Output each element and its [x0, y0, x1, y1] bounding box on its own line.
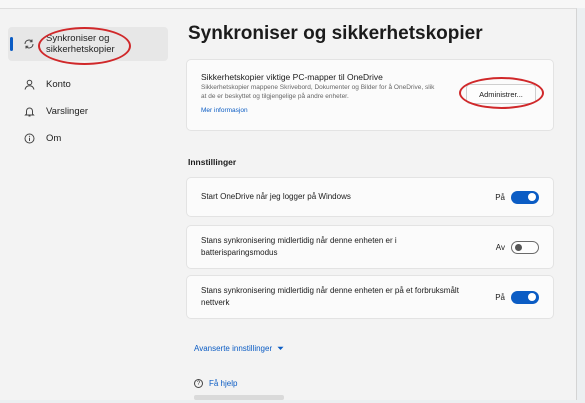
toggle-group: Av	[495, 240, 539, 254]
backup-title: Sikkerhetskopier viktige PC-mapper til O…	[201, 72, 383, 82]
battery-saver-toggle[interactable]	[511, 240, 539, 254]
info-icon	[18, 133, 40, 144]
sidebar-item-about[interactable]: Om	[8, 123, 168, 153]
advanced-settings-link[interactable]: Avanserte innstillinger	[194, 344, 284, 353]
person-icon	[18, 79, 40, 90]
manage-backup-button[interactable]: Administrer...	[466, 84, 536, 104]
sidebar-item-label: Konto	[46, 78, 71, 90]
toggle-state-label: På	[495, 192, 505, 202]
toggle-state-label: På	[495, 292, 505, 302]
sidebar-item-label: Om	[46, 132, 62, 144]
setting-label: Stans synkronisering midlertidig når den…	[201, 236, 397, 257]
bell-icon	[18, 106, 40, 117]
toggle-state-label: Av	[495, 242, 505, 252]
sidebar-item-sync-backup[interactable]: Synkroniser og sikkerhetskopier	[8, 27, 168, 61]
setting-battery-saver: Stans synkronisering midlertidig når den…	[186, 225, 554, 269]
setting-start-on-login: Start OneDrive når jeg logger på Windows…	[186, 177, 554, 217]
setting-label: Start OneDrive når jeg logger på Windows	[201, 192, 351, 201]
advanced-settings-label: Avanserte innstillinger	[194, 344, 273, 353]
backup-description: Sikkerhetskopier mappene Skrivebord, Dok…	[201, 84, 435, 100]
sidebar-item-label: Synkroniser og sikkerhetskopier	[46, 33, 115, 55]
more-info-link[interactable]: Mer informasjon	[201, 107, 248, 114]
metered-network-toggle[interactable]	[511, 290, 539, 304]
sidebar-item-label: Varslinger	[46, 105, 89, 117]
active-indicator	[10, 37, 13, 51]
sidebar-item-notifications[interactable]: Varslinger	[8, 96, 168, 126]
get-help-link[interactable]: ? Få hjelp	[194, 379, 237, 388]
window-top-strip	[0, 0, 585, 8]
toggle-group: På	[495, 190, 539, 204]
onedrive-settings-window: Synkroniser og sikkerhetskopier Konto Va…	[0, 8, 577, 400]
setting-metered-network: Stans synkronisering midlertidig når den…	[186, 275, 554, 319]
help-icon: ?	[194, 379, 203, 388]
get-help-label: Få hjelp	[209, 379, 238, 388]
settings-section-title: Innstillinger	[188, 157, 237, 167]
toggle-group: På	[495, 290, 539, 304]
sidebar-item-account[interactable]: Konto	[8, 69, 168, 99]
main-content: Synkroniser og sikkerhetskopier Sikkerhe…	[172, 9, 576, 400]
page-title: Synkroniser og sikkerhetskopier	[188, 23, 483, 44]
setting-label: Stans synkronisering midlertidig når den…	[201, 286, 459, 307]
backup-card: Sikkerhetskopier viktige PC-mapper til O…	[186, 59, 554, 131]
start-on-login-toggle[interactable]	[511, 190, 539, 204]
chevron-down-icon	[277, 344, 284, 353]
sync-icon	[18, 38, 40, 50]
cutoff-link-placeholder	[194, 395, 284, 400]
toggle-knob	[528, 193, 536, 201]
toggle-knob	[528, 293, 536, 301]
sidebar: Synkroniser og sikkerhetskopier Konto Va…	[0, 9, 172, 400]
toggle-knob	[515, 243, 522, 251]
